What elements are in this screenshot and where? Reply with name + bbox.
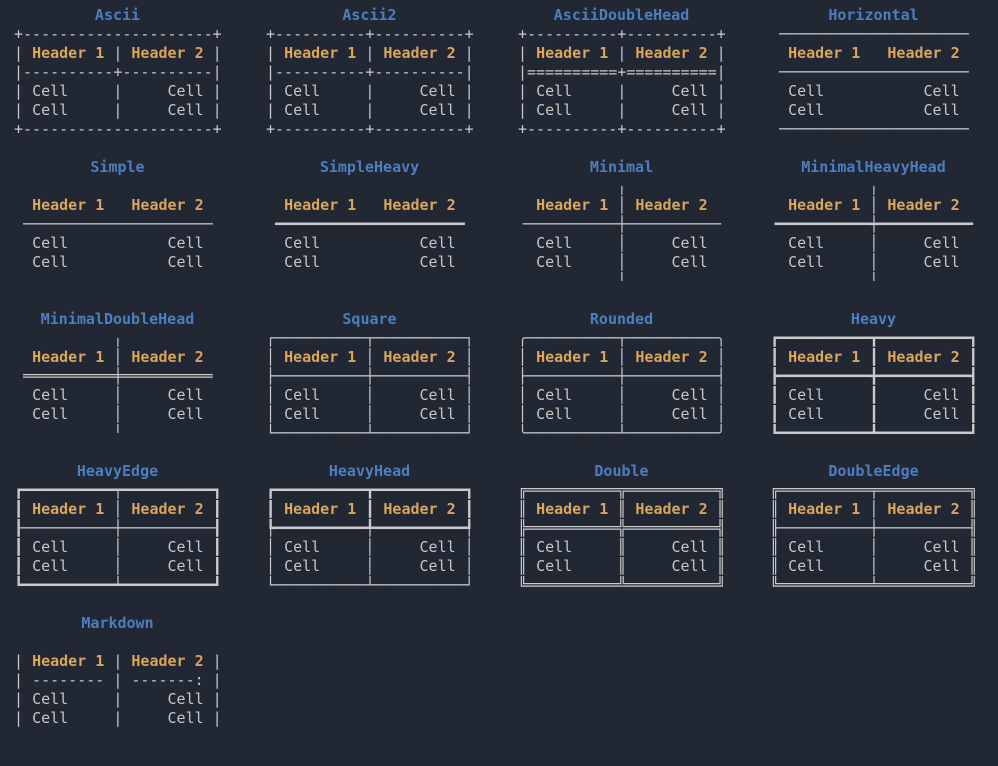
box-style-title: DoubleEdge (770, 462, 977, 481)
box-style-panel: Minimal ╷ Header 1 │ Header 2 ╶─────────… (518, 158, 725, 310)
box-style-panel: Markdown | Header 1 | Header 2 | | -----… (14, 614, 221, 766)
box-style-table: ╷ Header 1 │ Header 2 ╶──────────┼──────… (518, 177, 725, 291)
box-style-title: Ascii (14, 6, 221, 25)
box-style-panel: Horizontal ───────────────────── Header … (770, 6, 977, 158)
box-style-table: ┏━━━━━━━━━━┳━━━━━━━━━━┓ ┃ Header 1 ┃ Hea… (266, 481, 473, 595)
box-style-table: Header 1 Header 2 ━━━━━━━━━━━━━━━━━━━━━ … (266, 177, 473, 272)
box-style-title: Simple (14, 158, 221, 177)
box-style-title: AsciiDoubleHead (518, 6, 725, 25)
box-style-table: ╷ Header 1 │ Header 2 ══════════╪═══════… (14, 329, 221, 443)
box-style-table: ╔══════════╦══════════╗ ║ Header 1 ║ Hea… (518, 481, 725, 595)
terminal-output: Ascii +---------------------+ | Header 1… (0, 0, 998, 766)
box-style-panel: Rounded ╭──────────┬──────────╮ │ Header… (518, 310, 725, 462)
box-style-table: ───────────────────── Header 1 Header 2 … (770, 25, 977, 139)
box-style-panel: Square ┌──────────┬──────────┐ │ Header … (266, 310, 473, 462)
box-style-panel: Double ╔══════════╦══════════╗ ║ Header … (518, 462, 725, 614)
box-style-title: Heavy (770, 310, 977, 329)
box-style-title: MinimalDoubleHead (14, 310, 221, 329)
box-style-table: Header 1 Header 2 ───────────────────── … (14, 177, 221, 272)
box-style-title: Ascii2 (266, 6, 473, 25)
box-style-table: +---------------------+ | Header 1 | Hea… (14, 25, 221, 139)
box-style-panel: AsciiDoubleHead +----------+----------+ … (518, 6, 725, 158)
box-style-table: +----------+----------+ | Header 1 | Hea… (518, 25, 725, 139)
box-style-table: ┏━━━━━━━━━━┯━━━━━━━━━━┓ ┃ Header 1 │ Hea… (14, 481, 221, 595)
box-style-panel: MinimalHeavyHead ╷ Header 1 │ Header 2 ╺… (770, 158, 977, 310)
box-style-title: Horizontal (770, 6, 977, 25)
box-style-title: Minimal (518, 158, 725, 177)
box-style-table: ┏━━━━━━━━━━┳━━━━━━━━━━┓ ┃ Header 1 ┃ Hea… (770, 329, 977, 443)
box-style-panel: SimpleHeavy Header 1 Header 2 ━━━━━━━━━━… (266, 158, 473, 310)
box-style-panel: Ascii2 +----------+----------+ | Header … (266, 6, 473, 158)
box-style-table: ╷ Header 1 │ Header 2 ╺━━━━━━━━━━┿━━━━━━… (770, 177, 977, 291)
box-style-title: Markdown (14, 614, 221, 633)
box-style-title: HeavyEdge (14, 462, 221, 481)
box-style-panel: MinimalDoubleHead ╷ Header 1 │ Header 2 … (14, 310, 221, 462)
box-style-panel: Heavy ┏━━━━━━━━━━┳━━━━━━━━━━┓ ┃ Header 1… (770, 310, 977, 462)
box-style-title: SimpleHeavy (266, 158, 473, 177)
box-style-panel: HeavyEdge ┏━━━━━━━━━━┯━━━━━━━━━━┓ ┃ Head… (14, 462, 221, 614)
box-style-table: ╔══════════╤══════════╗ ║ Header 1 │ Hea… (770, 481, 977, 595)
box-style-title: Rounded (518, 310, 725, 329)
box-style-title: Double (518, 462, 725, 481)
box-style-table: ┌──────────┬──────────┐ │ Header 1 │ Hea… (266, 329, 473, 443)
box-style-panel: HeavyHead ┏━━━━━━━━━━┳━━━━━━━━━━┓ ┃ Head… (266, 462, 473, 614)
box-style-table: | Header 1 | Header 2 | | -------- | ---… (14, 633, 221, 728)
box-style-panel: Ascii +---------------------+ | Header 1… (14, 6, 221, 158)
box-style-title: Square (266, 310, 473, 329)
box-style-table: +----------+----------+ | Header 1 | Hea… (266, 25, 473, 139)
box-style-title: HeavyHead (266, 462, 473, 481)
box-style-table: ╭──────────┬──────────╮ │ Header 1 │ Hea… (518, 329, 725, 443)
box-style-title: MinimalHeavyHead (770, 158, 977, 177)
box-style-panel: Simple Header 1 Header 2 ───────────────… (14, 158, 221, 310)
box-style-panel: DoubleEdge ╔══════════╤══════════╗ ║ Hea… (770, 462, 977, 614)
